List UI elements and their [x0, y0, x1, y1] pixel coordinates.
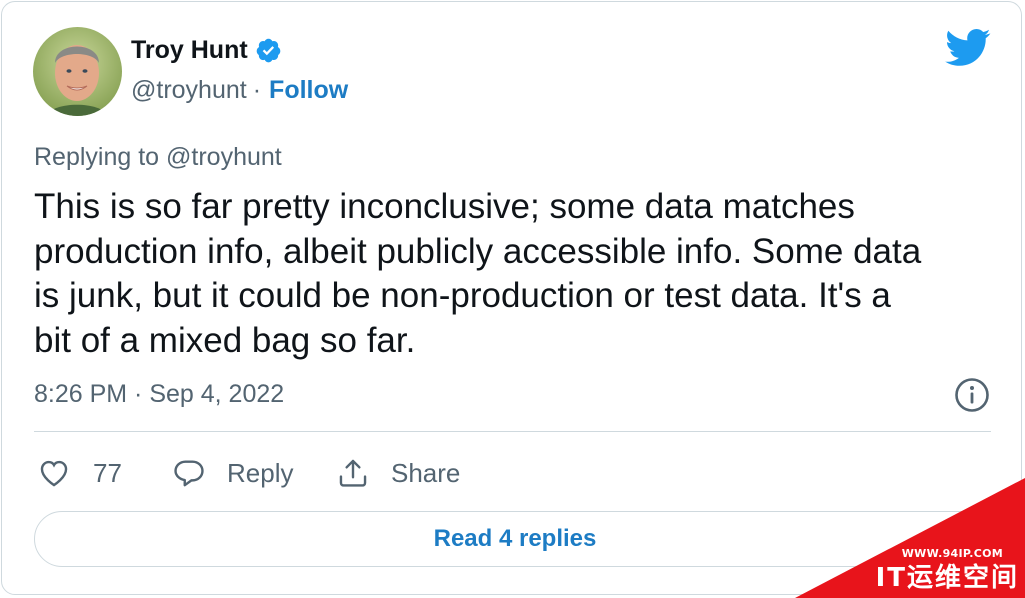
separator-dot: · [252, 76, 262, 104]
verified-badge-icon [256, 38, 280, 63]
share-icon [339, 459, 367, 487]
avatar[interactable] [33, 27, 122, 116]
like-count: 77 [93, 457, 122, 488]
twitter-bird-icon[interactable] [945, 28, 991, 68]
share-label: Share [391, 457, 461, 488]
follow-button[interactable]: Follow [269, 76, 348, 105]
like-button[interactable]: 77 [37, 451, 122, 495]
reply-label: Reply [227, 457, 294, 488]
author-name-row[interactable]: Troy Hunt [131, 36, 282, 65]
author-name[interactable]: Troy Hunt [131, 36, 248, 65]
share-button[interactable]: Share [336, 451, 460, 495]
tweet-card: Troy Hunt @troyhunt · Follow Replying to… [1, 1, 1022, 595]
read-replies-button[interactable]: Read 4 replies [34, 511, 996, 567]
author-handle[interactable]: @troyhunt [131, 76, 247, 105]
reply-bubble-icon [174, 460, 204, 487]
author-handle-row: @troyhunt · Follow [131, 76, 348, 105]
tweet-text: This is so far pretty inconclusive; some… [34, 187, 922, 360]
tweet-timestamp[interactable]: 8:26 PM · Sep 4, 2022 [34, 380, 284, 409]
heart-icon [40, 460, 68, 487]
info-icon[interactable] [954, 377, 990, 413]
divider [34, 431, 991, 432]
replying-to[interactable]: Replying to @troyhunt [34, 143, 282, 172]
reply-button[interactable]: Reply [172, 451, 293, 495]
